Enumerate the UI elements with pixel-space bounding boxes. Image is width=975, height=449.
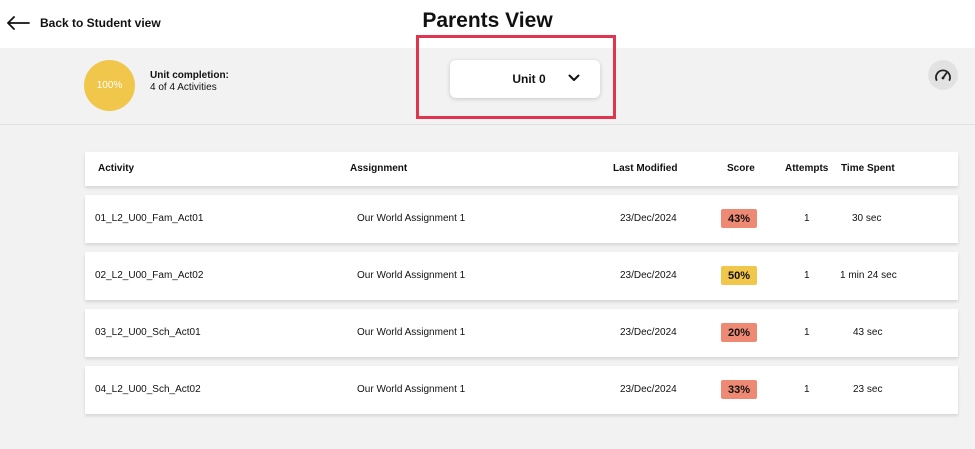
progress-percent: 100%	[96, 80, 123, 91]
gauge-icon	[935, 69, 951, 81]
chevron-down-icon	[568, 74, 580, 81]
score-badge: 50%	[721, 266, 757, 285]
activity-name: 02_L2_U00_Fam_Act02	[95, 270, 204, 281]
assignment-name: Our World Assignment 1	[357, 213, 466, 224]
score-badge: 20%	[721, 323, 757, 342]
score-badge: 43%	[721, 209, 757, 228]
column-header-time-spent: Time Spent	[841, 163, 895, 174]
attempts: 1	[804, 384, 810, 395]
activity-name: 04_L2_U00_Sch_Act02	[95, 384, 201, 395]
page-title: Parents View	[422, 9, 553, 32]
table-row[interactable]: 03_L2_U00_Sch_Act01 Our World Assignment…	[85, 309, 958, 357]
column-header-last-modified: Last Modified	[613, 163, 678, 174]
table-row[interactable]: 04_L2_U00_Sch_Act02 Our World Assignment…	[85, 366, 958, 414]
unit-completion-block: Unit completion: 4 of 4 Activities	[150, 70, 229, 93]
score-badge: 33%	[721, 380, 757, 399]
unit-dropdown-value: Unit 0	[512, 72, 546, 86]
time-spent: 43 sec	[853, 327, 883, 338]
completion-title: Unit completion:	[150, 70, 229, 81]
activity-name: 01_L2_U00_Fam_Act01	[95, 213, 204, 224]
last-modified: 23/Dec/2024	[620, 213, 677, 224]
unit-dropdown[interactable]: Unit 0	[450, 60, 600, 98]
assignment-name: Our World Assignment 1	[357, 270, 466, 281]
last-modified: 23/Dec/2024	[620, 270, 677, 281]
table-row[interactable]: 02_L2_U00_Fam_Act02 Our World Assignment…	[85, 252, 958, 300]
column-header-attempts: Attempts	[785, 163, 829, 174]
attempts: 1	[804, 213, 810, 224]
activity-name: 03_L2_U00_Sch_Act01	[95, 327, 201, 338]
time-spent: 1 min 24 sec	[840, 270, 897, 281]
time-spent: 23 sec	[853, 384, 883, 395]
activity-table: Activity Assignment Last Modified Score …	[85, 152, 958, 414]
column-header-assignment: Assignment	[350, 163, 408, 174]
assignment-name: Our World Assignment 1	[357, 327, 466, 338]
column-header-score: Score	[727, 163, 755, 174]
dashboard-button[interactable]	[928, 60, 958, 90]
attempts: 1	[804, 327, 810, 338]
last-modified: 23/Dec/2024	[620, 327, 677, 338]
time-spent: 30 sec	[852, 213, 882, 224]
table-header: Activity Assignment Last Modified Score …	[85, 152, 958, 186]
assignment-name: Our World Assignment 1	[357, 384, 466, 395]
last-modified: 23/Dec/2024	[620, 384, 677, 395]
attempts: 1	[804, 270, 810, 281]
column-header-activity: Activity	[98, 163, 135, 174]
unit-progress-circle: 100%	[84, 60, 135, 111]
completion-detail: 4 of 4 Activities	[150, 82, 217, 93]
table-row[interactable]: 01_L2_U00_Fam_Act01 Our World Assignment…	[85, 195, 958, 243]
